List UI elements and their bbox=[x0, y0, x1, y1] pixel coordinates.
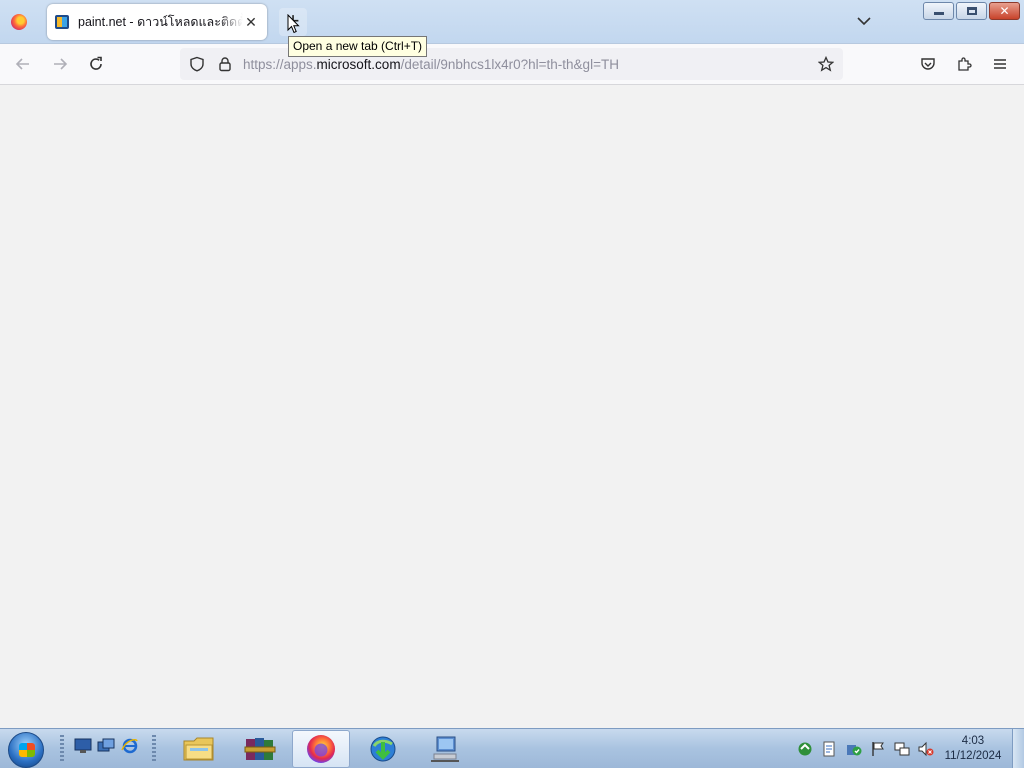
forward-button[interactable] bbox=[48, 52, 72, 76]
taskbar-file-explorer[interactable] bbox=[170, 730, 228, 768]
bookmark-star-icon[interactable] bbox=[818, 56, 834, 72]
maximize-icon bbox=[966, 7, 977, 15]
folder-icon bbox=[183, 737, 214, 761]
taskbar-clock[interactable]: 4:03 11/12/2024 bbox=[942, 734, 1004, 764]
lock-icon[interactable] bbox=[217, 56, 233, 72]
navigation-toolbar: https://apps.microsoft.com/detail/9nbhcs… bbox=[0, 44, 1024, 85]
taskbar-internet-download-manager[interactable] bbox=[354, 730, 412, 768]
show-desktop-icon[interactable] bbox=[74, 738, 92, 754]
reload-button[interactable] bbox=[84, 52, 108, 76]
microsoft-store-icon bbox=[55, 15, 69, 29]
internet-explorer-icon[interactable] bbox=[121, 738, 139, 754]
extensions-button[interactable] bbox=[952, 52, 976, 76]
menu-icon bbox=[994, 59, 1006, 69]
download-manager-icon bbox=[370, 736, 396, 762]
new-tab-tooltip: Open a new tab (Ctrl+T) bbox=[288, 36, 428, 57]
firefox-view-icon[interactable] bbox=[11, 14, 27, 30]
network-icon[interactable] bbox=[894, 741, 910, 757]
mouse-cursor-icon bbox=[287, 14, 300, 34]
url-path: /detail/9nbhcs1lx4r0?hl=th-th&gl=TH bbox=[400, 57, 619, 72]
switch-windows-icon[interactable] bbox=[97, 738, 115, 754]
back-arrow-icon bbox=[15, 58, 29, 70]
chevron-down-icon[interactable] bbox=[855, 12, 873, 30]
url-prefix: https://apps. bbox=[243, 57, 317, 72]
taskbar-firefox[interactable] bbox=[292, 730, 350, 768]
taskbar-grip[interactable] bbox=[60, 735, 64, 763]
tab-title: paint.net - ดาวน์โหลดและติดตั้ง bbox=[78, 15, 243, 29]
app-menu-button[interactable] bbox=[988, 52, 1012, 76]
show-desktop-button[interactable] bbox=[1012, 729, 1024, 768]
maximize-button[interactable] bbox=[956, 2, 987, 20]
back-button[interactable] bbox=[11, 52, 35, 76]
clock-time: 4:03 bbox=[961, 735, 985, 747]
url-host: microsoft.com bbox=[316, 57, 401, 72]
address-bar[interactable]: https://apps.microsoft.com/detail/9nbhcs… bbox=[180, 48, 843, 80]
url-field[interactable]: https://apps.microsoft.com/detail/9nbhcs… bbox=[243, 57, 619, 72]
security-icon[interactable] bbox=[846, 741, 862, 757]
taskbar-network-computer[interactable] bbox=[416, 730, 474, 768]
minimize-button[interactable] bbox=[923, 2, 954, 20]
firefox-icon bbox=[307, 735, 335, 763]
extensions-icon bbox=[958, 57, 972, 71]
computer-icon bbox=[431, 736, 459, 762]
page-content[interactable] bbox=[0, 85, 1024, 728]
taskbar-grip[interactable] bbox=[152, 735, 156, 763]
document-icon[interactable] bbox=[821, 741, 837, 757]
close-window-button[interactable]: ✕ bbox=[989, 2, 1020, 20]
pocket-icon bbox=[921, 58, 935, 70]
reload-icon bbox=[90, 56, 102, 70]
action-center-flag-icon[interactable] bbox=[870, 741, 886, 757]
start-button[interactable] bbox=[8, 732, 44, 768]
volume-muted-icon[interactable] bbox=[918, 741, 934, 757]
close-icon: ✕ bbox=[999, 4, 1010, 18]
window-controls: ✕ bbox=[923, 2, 1020, 20]
tab-strip: paint.net - ดาวน์โหลดและติดตั้ง ✕ + ✕ bbox=[0, 0, 1024, 44]
clock-date: 11/12/2024 bbox=[944, 750, 1002, 762]
minimize-icon bbox=[933, 12, 944, 15]
taskbar-winrar[interactable] bbox=[231, 730, 289, 768]
update-icon[interactable] bbox=[797, 741, 813, 757]
forward-arrow-icon bbox=[54, 58, 68, 70]
close-tab-icon[interactable]: ✕ bbox=[243, 14, 259, 31]
taskbar: 4:03 11/12/2024 bbox=[0, 728, 1024, 768]
pocket-button[interactable] bbox=[916, 52, 940, 76]
tab-paint-net[interactable]: paint.net - ดาวน์โหลดและติดตั้ง ✕ bbox=[47, 4, 267, 40]
windows-logo-icon bbox=[19, 743, 35, 757]
winrar-icon bbox=[244, 738, 276, 760]
tracking-protection-shield-icon[interactable] bbox=[189, 56, 205, 72]
